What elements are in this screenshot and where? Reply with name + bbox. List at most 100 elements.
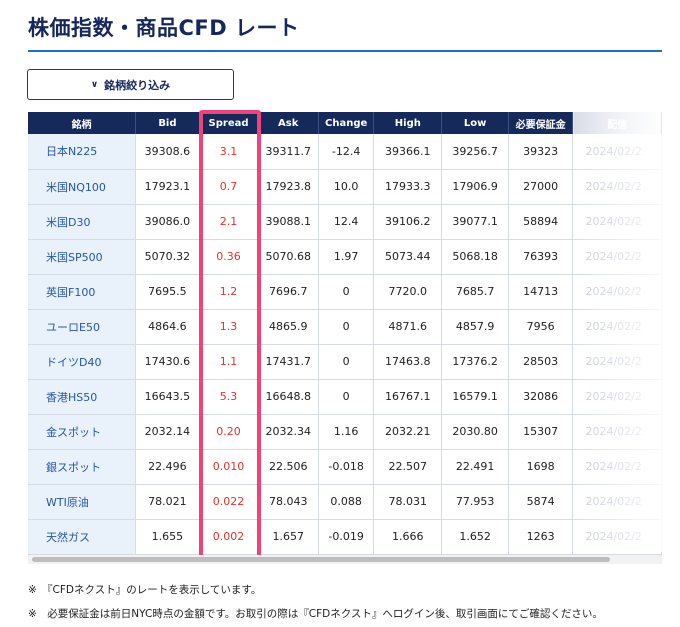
instrument-name[interactable]: 米国D30	[28, 204, 137, 240]
column-header-date: 配信	[572, 112, 662, 134]
instrument-name[interactable]: 銀スポット	[28, 449, 137, 485]
title-divider	[28, 50, 662, 52]
column-header-low: Low	[441, 112, 509, 134]
low-cell: 39077.1	[441, 204, 509, 240]
table-row: 米国D30 39086.0 2.1 39088.1 12.4 39106.2 39077.1…	[28, 204, 662, 240]
high-cell: 17463.8	[373, 344, 443, 380]
table-row: 米国SP500 5070.32 0.36 5070.68 1.97 5073.44 5068…	[28, 239, 662, 275]
table-header-row: 銘柄 Bid Spread Ask Change High Low 必要保証金 …	[28, 112, 662, 134]
low-cell: 4857.9	[441, 309, 509, 345]
table-row: 金スポット 2032.14 0.20 2032.34 1.16 2032.21 2030.8…	[28, 414, 662, 450]
instrument-name[interactable]: 米国NQ100	[28, 169, 137, 205]
high-cell: 39366.1	[373, 134, 443, 170]
low-cell: 17906.9	[441, 169, 509, 205]
margin-cell: 76393	[508, 239, 574, 275]
high-cell: 7720.0	[373, 274, 443, 310]
change-cell: 0	[318, 379, 375, 415]
margin-cell: 1263	[508, 519, 574, 555]
page-title: 株価指数・商品CFD レート	[28, 16, 300, 40]
low-cell: 39256.7	[441, 134, 509, 170]
column-header-spread: Spread	[199, 112, 259, 134]
high-cell: 1.666	[373, 519, 443, 555]
ask-cell: 1.657	[257, 519, 320, 555]
high-cell: 17933.3	[373, 169, 443, 205]
ask-cell: 39311.7	[257, 134, 320, 170]
margin-cell: 58894	[508, 204, 574, 240]
margin-cell: 39323	[508, 134, 574, 170]
table-row: 英国F100 7695.5 1.2 7696.7 0 7720.0 7685.7 14713 2…	[28, 274, 662, 310]
spread-cell: 2.1	[199, 204, 259, 240]
low-cell: 1.652	[441, 519, 509, 555]
change-cell: -12.4	[318, 134, 375, 170]
margin-cell: 32086	[508, 379, 574, 415]
column-header-name: 銘柄	[28, 112, 137, 134]
spread-cell: 0.20	[199, 414, 259, 450]
table-row: ドイツD40 17430.6 1.1 17431.7 0 17463.8 17376.2 28…	[28, 344, 662, 380]
margin-cell: 14713	[508, 274, 574, 310]
instrument-name[interactable]: WTI原油	[28, 484, 137, 520]
instrument-name[interactable]: 金スポット	[28, 414, 137, 450]
ask-cell: 5070.68	[257, 239, 320, 275]
spread-cell: 0.7	[199, 169, 259, 205]
instrument-name[interactable]: ドイツD40	[28, 344, 137, 380]
change-cell: 0.088	[318, 484, 375, 520]
high-cell: 4871.6	[373, 309, 443, 345]
change-cell: 0	[318, 344, 375, 380]
change-cell: 1.97	[318, 239, 375, 275]
ask-cell: 17923.8	[257, 169, 320, 205]
spread-cell: 0.022	[199, 484, 259, 520]
date-cell: 2024/02/2	[572, 414, 662, 450]
ask-cell: 16648.8	[257, 379, 320, 415]
filter-toggle-button[interactable]: ∨ 銘柄絞り込み	[27, 69, 234, 100]
table-row: 米国NQ100 17923.1 0.7 17923.8 10.0 17933.3 17906…	[28, 169, 662, 205]
bid-cell: 22.496	[135, 449, 200, 485]
table-row: 香港HS50 16643.5 5.3 16648.8 0 16767.1 16579.1 32…	[28, 379, 662, 415]
ask-cell: 2032.34	[257, 414, 320, 450]
column-header-margin: 必要保証金	[508, 112, 574, 134]
high-cell: 2032.21	[373, 414, 443, 450]
bid-cell: 39086.0	[135, 204, 200, 240]
bid-cell: 2032.14	[135, 414, 200, 450]
date-cell: 2024/02/2	[572, 239, 662, 275]
change-cell: 0	[318, 309, 375, 345]
spread-cell: 5.3	[199, 379, 259, 415]
ask-cell: 7696.7	[257, 274, 320, 310]
spread-cell: 1.1	[199, 344, 259, 380]
high-cell: 22.507	[373, 449, 443, 485]
bid-cell: 39308.6	[135, 134, 200, 170]
low-cell: 77.953	[441, 484, 509, 520]
instrument-name[interactable]: 米国SP500	[28, 239, 137, 275]
bid-cell: 17430.6	[135, 344, 200, 380]
column-header-bid: Bid	[135, 112, 200, 134]
margin-cell: 28503	[508, 344, 574, 380]
instrument-name[interactable]: 日本N225	[28, 134, 137, 170]
low-cell: 2030.80	[441, 414, 509, 450]
margin-cell: 27000	[508, 169, 574, 205]
high-cell: 5073.44	[373, 239, 443, 275]
date-cell: 2024/02/2	[572, 344, 662, 380]
ask-cell: 39088.1	[257, 204, 320, 240]
instrument-name[interactable]: 香港HS50	[28, 379, 137, 415]
chevron-down-icon: ∨	[90, 79, 99, 90]
bid-cell: 5070.32	[135, 239, 200, 275]
instrument-name[interactable]: ユーロE50	[28, 309, 137, 345]
bid-cell: 16643.5	[135, 379, 200, 415]
low-cell: 7685.7	[441, 274, 509, 310]
scrollbar-thumb[interactable]	[32, 557, 610, 562]
change-cell: 1.16	[318, 414, 375, 450]
footnote-rate-source: ※ 『CFDネクスト』のレートを表示しています。	[28, 584, 262, 596]
instrument-name[interactable]: 天然ガス	[28, 519, 137, 555]
spread-cell: 3.1	[199, 134, 259, 170]
low-cell: 17376.2	[441, 344, 509, 380]
table-row: 銀スポット 22.496 0.010 22.506 -0.018 22.507 22.491…	[28, 449, 662, 485]
change-cell: 12.4	[318, 204, 375, 240]
instrument-name[interactable]: 英国F100	[28, 274, 137, 310]
spread-cell: 1.3	[199, 309, 259, 345]
date-cell: 2024/02/2	[572, 449, 662, 485]
change-cell: -0.018	[318, 449, 375, 485]
rates-table-container[interactable]: 銘柄 Bid Spread Ask Change High Low 必要保証金 …	[28, 112, 662, 564]
margin-cell: 7956	[508, 309, 574, 345]
table-row: ユーロE50 4864.6 1.3 4865.9 0 4871.6 4857.9 7956 20…	[28, 309, 662, 345]
bid-cell: 4864.6	[135, 309, 200, 345]
table-row: 日本N225 39308.6 3.1 39311.7 -12.4 39366.1 39256…	[28, 134, 662, 170]
